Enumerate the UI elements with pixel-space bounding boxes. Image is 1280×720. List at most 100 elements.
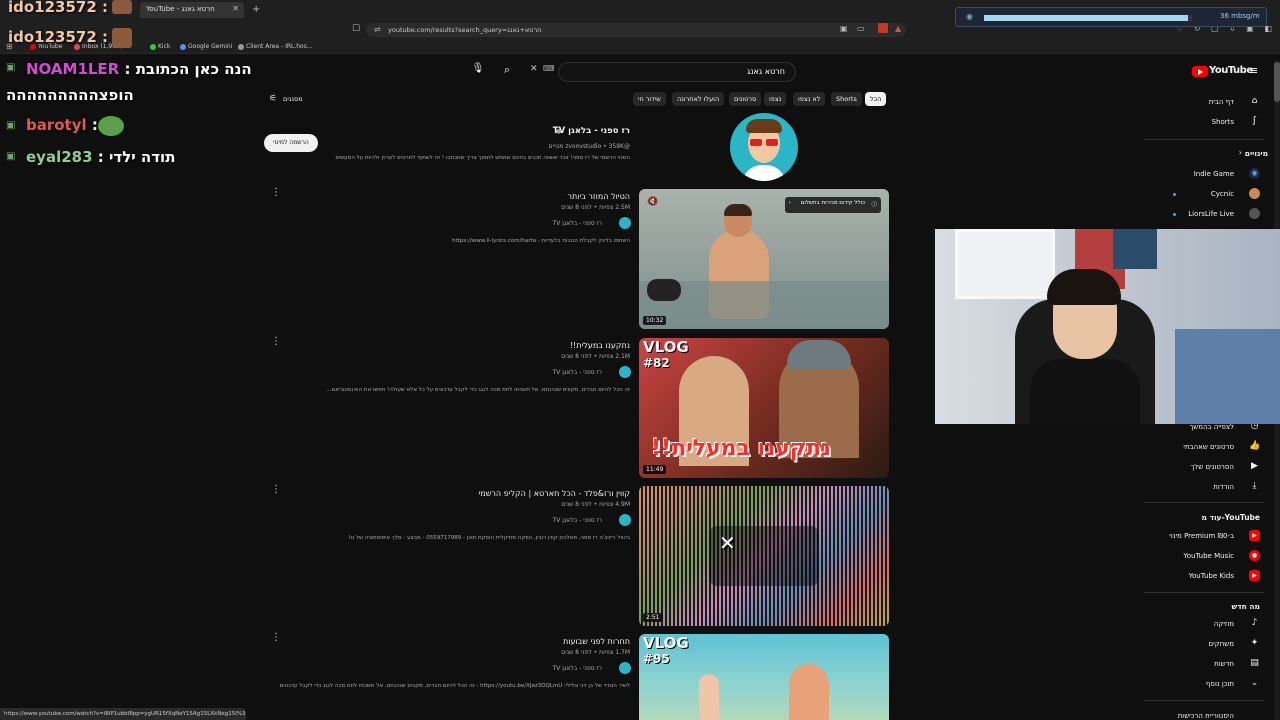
sidebar-item-music[interactable]: YouTube Music [1183, 552, 1234, 560]
channel-avatar-small[interactable] [619, 366, 631, 378]
close-tab-icon[interactable]: ✕ [232, 4, 239, 13]
youtube-logo-icon[interactable] [1192, 66, 1208, 77]
thumbnail-x-mark: ✕ [719, 531, 736, 555]
subscribe-button[interactable]: הרשמה למינוי [264, 134, 318, 152]
video-title-2[interactable]: נתקענו במעלית!! [570, 341, 630, 350]
subscriptions-heading[interactable]: מינויים [1245, 149, 1268, 158]
site-info-icon[interactable]: ⇌ [374, 25, 381, 34]
chip-watched[interactable]: נצפו [764, 92, 787, 106]
extension-shield-icon[interactable] [878, 23, 888, 33]
more-actions-icon[interactable]: ⋮ [271, 187, 281, 198]
chip-unwatched[interactable]: לא נצפו [793, 92, 826, 106]
extension-warning-icon[interactable]: ▲ [895, 24, 901, 33]
chat-user-eyal: eyal283 : תודה ילדי [26, 148, 176, 166]
bitrate-track [984, 15, 1192, 21]
channel-name[interactable]: רז ספני - בלאגן TV [553, 126, 630, 136]
sidebar-divider [1144, 592, 1264, 593]
channel-avatar[interactable] [730, 113, 798, 181]
chip-live[interactable]: שידור חי [633, 92, 666, 106]
channel-avatar-small[interactable] [619, 217, 631, 229]
sidebar-item-home[interactable]: דף הבית [1209, 98, 1234, 106]
download-icon[interactable]: ⤓ [1249, 481, 1260, 492]
sidebar-item-kids[interactable]: YouTube Kids [1189, 572, 1234, 580]
paid-promotion-badge[interactable]: כולל קידום מכירות בתשלום ‹ ⓘ [784, 197, 881, 213]
news-icon[interactable]: ▤ [1249, 658, 1260, 669]
voice-search-icon[interactable]: 🎙 [471, 63, 485, 79]
channel-avatar-cycnic [1249, 188, 1260, 199]
sidebar-item-news[interactable]: חדשות [1214, 660, 1234, 668]
sidebar-sub-cycnic[interactable]: Cycnic [1211, 190, 1234, 198]
channel-avatar-small[interactable] [619, 514, 631, 526]
more-actions-icon[interactable]: ⋮ [271, 632, 281, 643]
channel-avatar-small[interactable] [619, 662, 631, 674]
video-channel-3[interactable]: רז ספני - בלאגן TV [553, 517, 602, 524]
sidebar-item-premium[interactable]: מינוי Premium ב-₪0 [1169, 532, 1234, 540]
like-icon[interactable]: 👍 [1249, 441, 1260, 452]
video-title-1[interactable]: הטיול המוזר ביותר [567, 192, 630, 201]
sidebar-item-downloads[interactable]: הורדות [1213, 483, 1234, 491]
sidebar-item-liked[interactable]: סרטונים שאהבתי [1183, 443, 1234, 451]
chip-shorts[interactable]: Shorts [831, 92, 862, 106]
video-title-4[interactable]: תחרות לפני שבועות [563, 637, 630, 646]
new-content-dot [1173, 193, 1176, 196]
gemini-icon [180, 43, 186, 50]
keyboard-icon[interactable]: ⌨ [543, 64, 555, 73]
vlog-label: VLOG #95 [643, 634, 689, 667]
bookmark-client-area[interactable]: Client Area - IRL.hos... [238, 43, 313, 50]
new-tab-icon[interactable]: + [252, 4, 260, 15]
menu-icon[interactable]: ≡ [1249, 64, 1258, 77]
video-channel-2[interactable]: רז ספני - בלאגן TV [553, 369, 602, 376]
more-actions-icon[interactable]: ⋮ [271, 484, 281, 495]
sidebar-item-your-videos[interactable]: הסרטונים שלך [1191, 463, 1234, 471]
video-thumbnail-1[interactable]: 🔇 כולל קידום מכירות בתשלום ‹ ⓘ 10:32 [639, 189, 889, 329]
mute-icon[interactable]: 🔇 [647, 197, 658, 207]
bookmark-kick[interactable]: Kick [150, 43, 170, 50]
video-title-3[interactable]: קווין ורז&פלד - הכל חארטא | הקליפ הרשמי [479, 489, 631, 498]
sidebar-divider [1144, 700, 1264, 701]
chat-user-noam: NOAM1LER : הנה כאן הכתובת [26, 60, 252, 78]
sidebar-item-music-explore[interactable]: מוזיקה [1214, 620, 1234, 628]
chat-message-continued: הופצההההההההה [6, 86, 134, 104]
chip-videos[interactable]: סרטונים [729, 92, 762, 106]
bookmark-gemini[interactable]: Google Gemini [180, 43, 232, 50]
search-icon[interactable]: ⌕ [504, 63, 510, 77]
sidebar-sub-indie-game[interactable]: Indie Game [1194, 170, 1234, 178]
clear-search-icon[interactable]: ✕ [530, 64, 538, 74]
webcam-overlay [935, 229, 1280, 424]
home-icon[interactable]: ⌂ [1249, 96, 1260, 107]
video-channel-1[interactable]: רז ספני - בלאגן TV [553, 220, 602, 227]
sidebar-item-gaming[interactable]: משחקים [1209, 640, 1234, 648]
video-channel-4[interactable]: רז ספני - בלאגן TV [553, 665, 602, 672]
filters-icon[interactable]: ⚟ [269, 94, 277, 104]
gaming-icon[interactable]: ✦ [1249, 638, 1260, 649]
sidebar-divider [1144, 502, 1264, 503]
info-icon: ⓘ [871, 202, 877, 208]
youtube-logo-text[interactable]: YouTube [1209, 65, 1253, 76]
video-thumbnail-2[interactable]: VLOG #82 נתקענו במעלית!! 11:49 [639, 338, 889, 478]
sidebar-item-show-more[interactable]: תוכן נוסף [1206, 680, 1234, 688]
filters-button[interactable]: מסננים [283, 95, 303, 103]
translate-icon[interactable]: ▣ [840, 24, 848, 33]
video-thumbnail-3[interactable]: ✕ 2:51 [639, 486, 889, 626]
your-videos-icon[interactable]: ▶ [1249, 461, 1260, 472]
more-actions-icon[interactable]: ⋮ [271, 336, 281, 347]
cast-icon[interactable]: ▭ [857, 24, 865, 33]
sidebar-item-shorts[interactable]: Shorts [1212, 118, 1234, 126]
sidebar-sub-liorslife[interactable]: LiorsLife Live [1188, 210, 1234, 218]
video-thumbnail-4[interactable]: VLOG #95 [639, 634, 889, 720]
music-note-icon[interactable]: ♪ [1249, 618, 1260, 629]
video-duration: 10:32 [643, 316, 667, 325]
shorts-icon[interactable]: ʃ [1249, 116, 1260, 127]
sidebar-item-watch-later[interactable]: לצפייה בהמשך [1189, 423, 1234, 431]
chevron-down-icon[interactable]: ⌄ [1249, 678, 1260, 689]
sidebar-divider [1144, 139, 1264, 140]
chip-all[interactable]: הכל [865, 92, 887, 106]
browser-tab-youtube[interactable]: YouTube - חרטא גאנג ✕ [140, 2, 244, 18]
sidebar-item-purchases[interactable]: היסטוריית הרכישות [1178, 712, 1234, 720]
chip-recently-uploaded[interactable]: הועלו לאחרונה [672, 92, 725, 106]
scrollbar-thumb[interactable] [1274, 62, 1280, 102]
search-input[interactable]: חרטא גאנג [558, 62, 796, 82]
channel-avatar-indie-game: ◉ [1249, 168, 1260, 179]
url-input[interactable]: youtube.com/results?search_query=חרטא+גא… [366, 23, 906, 37]
bookmark-star-icon[interactable]: ☐ [352, 24, 360, 34]
